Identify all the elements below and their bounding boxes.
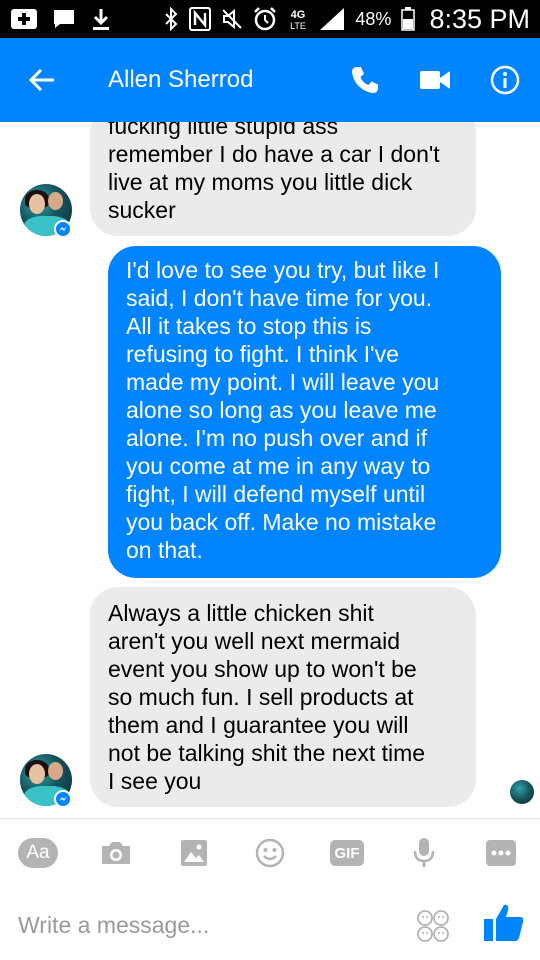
- conversation-header: Allen Sherrod: [0, 38, 540, 122]
- aa-label: Aa: [18, 838, 58, 868]
- call-button[interactable]: [330, 38, 400, 122]
- composer-toolbar: Aa GIF: [0, 819, 540, 887]
- composer: Aa GIF: [0, 818, 540, 960]
- image-icon: [181, 840, 207, 866]
- like-button[interactable]: [482, 901, 526, 949]
- emoji-icon: [255, 838, 285, 868]
- message-line: refusing to fight. I think I've: [126, 341, 399, 367]
- stickers-icon: [417, 910, 449, 942]
- download-icon: [93, 9, 109, 30]
- text-format-button[interactable]: Aa: [18, 835, 58, 871]
- message-line: live at my moms you little dick: [108, 169, 413, 195]
- message-line: so much fun. I sell products at: [108, 684, 414, 710]
- message-line: I see you: [108, 768, 202, 794]
- message-line: sucker: [108, 197, 176, 223]
- stickers-button[interactable]: [414, 907, 452, 945]
- incoming-message-bubble[interactable]: Always a little chicken shit aren't you …: [90, 587, 476, 807]
- message-line: alone. I'm no push over and if: [126, 425, 428, 451]
- gallery-button[interactable]: [174, 835, 214, 871]
- outgoing-message-bubble[interactable]: I'd love to see you try, but like I said…: [108, 246, 501, 578]
- thumbs-up-icon: [484, 904, 524, 941]
- camera-icon: [102, 842, 130, 864]
- message-list[interactable]: fucking little stupid ass remember I do …: [0, 122, 540, 818]
- info-button[interactable]: [470, 38, 540, 122]
- voice-button[interactable]: [404, 835, 444, 871]
- video-call-button[interactable]: [400, 38, 470, 122]
- message-line: them and I guarantee you will: [108, 712, 409, 738]
- nfc-icon: [189, 7, 212, 31]
- add-notification-icon: [11, 9, 37, 29]
- back-button[interactable]: [0, 38, 84, 122]
- clock: 8:35 PM: [429, 3, 530, 34]
- battery-icon: [401, 7, 416, 31]
- emoji-button[interactable]: [250, 835, 290, 871]
- battery-percent: 48%: [355, 8, 392, 29]
- message-line: Always a little chicken shit: [108, 600, 374, 626]
- message-line: not be talking shit the next time: [108, 740, 426, 766]
- info-icon: [490, 65, 520, 95]
- message-input[interactable]: [18, 907, 378, 943]
- microphone-icon: [413, 838, 435, 867]
- contact-name[interactable]: Allen Sherrod: [108, 66, 330, 94]
- message-line: fucking little stupid ass: [108, 122, 339, 139]
- message-line: made my point. I will leave you: [126, 369, 440, 395]
- phone-icon: [352, 67, 378, 93]
- status-bar: 4G LTE 48% 8:35 PM: [0, 0, 540, 38]
- signal-icon: [320, 8, 345, 30]
- gif-label: GIF: [330, 840, 364, 866]
- svg-text:4G: 4G: [291, 9, 306, 21]
- mute-icon: [222, 8, 243, 30]
- more-icon: [486, 840, 516, 866]
- message-line: event you show up to won't be: [108, 656, 417, 682]
- camera-button[interactable]: [96, 835, 136, 871]
- gif-button[interactable]: GIF: [327, 835, 367, 871]
- message-line: fight, I will defend myself until: [126, 481, 426, 507]
- messenger-badge-icon: [54, 790, 72, 808]
- message-notification-icon: [54, 10, 74, 28]
- back-arrow-icon: [28, 68, 54, 92]
- messenger-badge-icon: [54, 220, 72, 238]
- alarm-icon: [254, 7, 277, 31]
- read-receipt-avatar: [510, 780, 534, 804]
- message-line: I'd love to see you try, but like I: [126, 257, 440, 283]
- message-line: All it takes to stop this is: [126, 313, 372, 339]
- message-line: aren't you well next mermaid: [108, 628, 401, 654]
- message-line: alone so long as you leave me: [126, 397, 437, 423]
- message-line: remember I do have a car I don't: [108, 141, 440, 167]
- bluetooth-icon: [165, 7, 178, 31]
- video-camera-icon: [420, 71, 450, 89]
- message-line: you come at me in any way to: [126, 453, 431, 479]
- message-line: said, I don't have time for you.: [126, 285, 433, 311]
- incoming-message-bubble[interactable]: fucking little stupid ass remember I do …: [90, 122, 476, 236]
- svg-text:LTE: LTE: [290, 21, 306, 31]
- more-button[interactable]: [481, 835, 521, 871]
- network-4g-lte-icon: 4G LTE: [290, 9, 306, 31]
- message-line: on that.: [126, 537, 203, 563]
- message-line: you back off. Make no mistake: [126, 509, 437, 535]
